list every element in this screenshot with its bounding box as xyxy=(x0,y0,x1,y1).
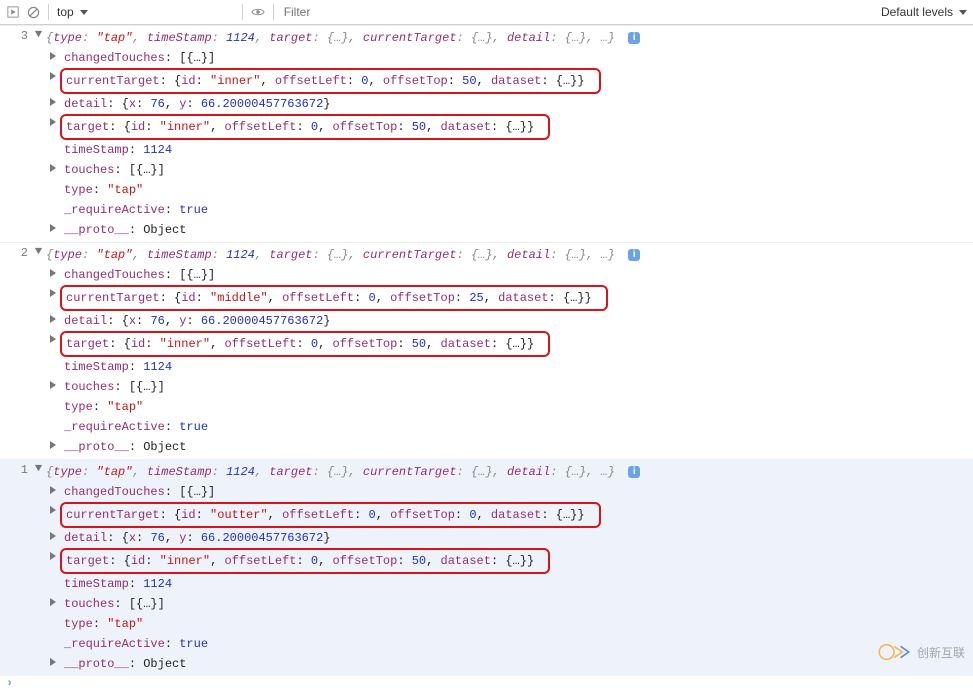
object-property-row[interactable]: changedTouches: [{…}] xyxy=(46,265,973,285)
console-entry[interactable]: 3 {type: "tap", timeStamp: 1124, target: … xyxy=(0,25,973,242)
object-property-row[interactable]: changedTouches: [{…}] xyxy=(46,482,973,502)
expand-arrow-icon[interactable] xyxy=(50,441,56,449)
expand-arrow-icon[interactable] xyxy=(34,245,46,260)
object-property-row[interactable]: type: "tap" xyxy=(46,614,973,634)
expand-arrow-icon[interactable] xyxy=(50,98,56,106)
expand-arrow-icon[interactable] xyxy=(50,164,56,172)
object-property-row[interactable]: __proto__: Object xyxy=(46,437,973,457)
info-icon[interactable]: i xyxy=(628,466,640,478)
object-property-row[interactable]: currentTarget: {id: "middle", offsetLeft… xyxy=(46,285,973,311)
watermark-logo xyxy=(877,643,911,661)
console-entry[interactable]: 1 {type: "tap", timeStamp: 1124, target: … xyxy=(0,459,973,676)
highlight-box: target: {id: "inner", offsetLeft: 0, off… xyxy=(60,114,550,140)
object-preview[interactable]: {type: "tap", timeStamp: 1124, target: {… xyxy=(46,462,973,482)
object-property-row[interactable]: __proto__: Object xyxy=(46,220,973,240)
expand-arrow-icon[interactable] xyxy=(50,335,56,343)
object-property-row[interactable]: timeStamp: 1124 xyxy=(46,357,973,377)
object-property-row[interactable]: detail: {x: 76, y: 66.20000457763672} xyxy=(46,94,973,114)
expand-arrow-icon[interactable] xyxy=(50,486,56,494)
expand-arrow-icon[interactable] xyxy=(50,52,56,60)
watermark: 创新互联 xyxy=(877,643,965,661)
expand-arrow-icon[interactable] xyxy=(50,532,56,540)
console-entry[interactable]: 2 {type: "tap", timeStamp: 1124, target: … xyxy=(0,242,973,459)
object-property-row[interactable]: touches: [{…}] xyxy=(46,377,973,397)
entry-body: {type: "tap", timeStamp: 1124, target: {… xyxy=(46,245,973,457)
expand-arrow-icon[interactable] xyxy=(34,462,46,477)
separator xyxy=(242,4,243,20)
highlight-box: currentTarget: {id: "middle", offsetLeft… xyxy=(60,285,608,311)
expand-arrow-icon[interactable] xyxy=(50,289,56,297)
chevron-down-icon xyxy=(80,10,88,15)
expand-arrow-icon[interactable] xyxy=(34,28,46,43)
watermark-text: 创新互联 xyxy=(917,644,965,661)
expand-arrow-icon[interactable] xyxy=(50,598,56,606)
entry-body: {type: "tap", timeStamp: 1124, target: {… xyxy=(46,28,973,240)
chevron-down-icon xyxy=(959,10,967,15)
play-icon[interactable] xyxy=(6,5,20,19)
object-property-row[interactable]: _requireActive: true xyxy=(46,417,973,437)
object-property-row[interactable]: type: "tap" xyxy=(46,180,973,200)
object-property-row[interactable]: __proto__: Object xyxy=(46,654,973,674)
object-property-row[interactable]: timeStamp: 1124 xyxy=(46,574,973,594)
object-property-row[interactable]: touches: [{…}] xyxy=(46,594,973,614)
expand-arrow-icon[interactable] xyxy=(50,224,56,232)
repeat-count: 1 xyxy=(0,462,34,477)
separator xyxy=(273,4,274,20)
console-toolbar: top Default levels xyxy=(0,0,973,25)
separator xyxy=(48,4,49,20)
expand-arrow-icon[interactable] xyxy=(50,315,56,323)
object-property-row[interactable]: target: {id: "inner", offsetLeft: 0, off… xyxy=(46,114,973,140)
object-property-row[interactable]: type: "tap" xyxy=(46,397,973,417)
expand-arrow-icon[interactable] xyxy=(50,506,56,514)
object-property-row[interactable]: _requireActive: true xyxy=(46,634,973,654)
expand-arrow-icon[interactable] xyxy=(50,552,56,560)
clear-icon[interactable] xyxy=(26,5,40,19)
object-preview[interactable]: {type: "tap", timeStamp: 1124, target: {… xyxy=(46,28,973,48)
context-label: top xyxy=(57,5,74,19)
object-property-row[interactable]: timeStamp: 1124 xyxy=(46,140,973,160)
repeat-count: 2 xyxy=(0,245,34,260)
expand-arrow-icon[interactable] xyxy=(50,658,56,666)
console-output: 3 {type: "tap", timeStamp: 1124, target: … xyxy=(0,25,973,676)
expand-arrow-icon[interactable] xyxy=(50,72,56,80)
levels-selector[interactable]: Default levels xyxy=(881,5,967,19)
object-property-row[interactable]: target: {id: "inner", offsetLeft: 0, off… xyxy=(46,548,973,574)
repeat-count: 3 xyxy=(0,28,34,43)
expand-arrow-icon[interactable] xyxy=(50,381,56,389)
highlight-box: currentTarget: {id: "inner", offsetLeft:… xyxy=(60,68,601,94)
expand-arrow-icon[interactable] xyxy=(50,118,56,126)
highlight-box: currentTarget: {id: "outter", offsetLeft… xyxy=(60,502,601,528)
filter-input[interactable] xyxy=(282,4,875,20)
info-icon[interactable]: i xyxy=(628,32,640,44)
prompt-caret[interactable]: › xyxy=(0,676,973,692)
object-property-row[interactable]: currentTarget: {id: "outter", offsetLeft… xyxy=(46,502,973,528)
object-property-row[interactable]: detail: {x: 76, y: 66.20000457763672} xyxy=(46,311,973,331)
highlight-box: target: {id: "inner", offsetLeft: 0, off… xyxy=(60,331,550,357)
eye-icon[interactable] xyxy=(251,5,265,19)
object-property-row[interactable]: detail: {x: 76, y: 66.20000457763672} xyxy=(46,528,973,548)
object-property-row[interactable]: _requireActive: true xyxy=(46,200,973,220)
highlight-box: target: {id: "inner", offsetLeft: 0, off… xyxy=(60,548,550,574)
object-property-row[interactable]: touches: [{…}] xyxy=(46,160,973,180)
object-property-row[interactable]: changedTouches: [{…}] xyxy=(46,48,973,68)
object-property-row[interactable]: currentTarget: {id: "inner", offsetLeft:… xyxy=(46,68,973,94)
context-selector[interactable]: top xyxy=(57,5,88,19)
object-property-row[interactable]: target: {id: "inner", offsetLeft: 0, off… xyxy=(46,331,973,357)
levels-label: Default levels xyxy=(881,5,953,19)
info-icon[interactable]: i xyxy=(628,249,640,261)
entry-body: {type: "tap", timeStamp: 1124, target: {… xyxy=(46,462,973,674)
expand-arrow-icon[interactable] xyxy=(50,269,56,277)
object-preview[interactable]: {type: "tap", timeStamp: 1124, target: {… xyxy=(46,245,973,265)
